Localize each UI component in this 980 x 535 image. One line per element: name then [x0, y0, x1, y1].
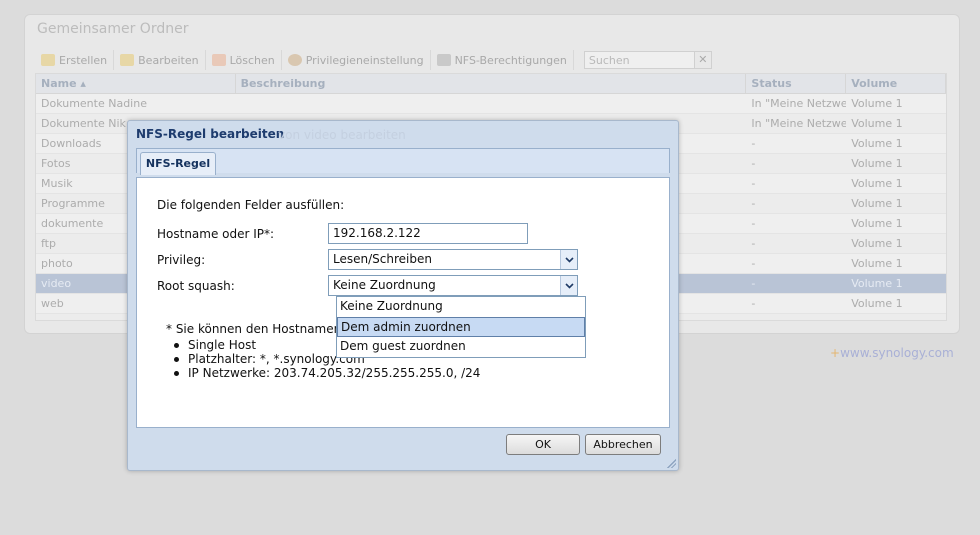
toolbar: Erstellen Bearbeiten Löschen Privilegien…: [35, 49, 951, 71]
root-squash-dropdown-list: Keine Zuordnung Dem admin zuordnen Dem g…: [336, 296, 586, 358]
cell-volume: Volume 1: [851, 257, 903, 270]
cell-status: -: [751, 277, 756, 290]
tab-strip: NFS-Regel: [136, 148, 670, 175]
hostname-field[interactable]: 192.168.2.122: [328, 223, 528, 244]
column-status[interactable]: Status: [746, 74, 847, 93]
cell-status: -: [751, 297, 756, 310]
cell-volume: Volume 1: [851, 297, 903, 310]
cell-desc: [236, 94, 747, 113]
note-bullet: Single Host: [173, 338, 256, 352]
folder-delete-icon: [211, 54, 226, 66]
nfs-permissions-button[interactable]: NFS-Berechtigungen: [431, 50, 574, 70]
cell-status: -: [751, 157, 756, 170]
option-map-guest[interactable]: Dem guest zuordnen: [337, 337, 585, 357]
cell-status: In "Meine Netzwerk: [751, 117, 847, 130]
table-row[interactable]: Dokumente Nadine In "Meine Netzwerk Volume…: [36, 94, 946, 114]
cell-status: In "Meine Netzwerk: [751, 97, 847, 110]
cancel-button[interactable]: Abbrechen: [585, 434, 661, 455]
cell-volume: Volume 1: [851, 177, 903, 190]
folder-edit-icon: [120, 54, 135, 66]
option-no-mapping[interactable]: Keine Zuordnung: [337, 297, 585, 317]
ok-button[interactable]: OK: [506, 434, 580, 455]
cell-status: -: [751, 217, 756, 230]
cell-volume: Volume 1: [851, 137, 903, 150]
chevron-down-icon[interactable]: [560, 276, 577, 295]
column-name[interactable]: Name ▴: [36, 74, 236, 93]
option-map-admin[interactable]: Dem admin zuordnen: [337, 317, 585, 337]
chevron-down-icon[interactable]: [560, 250, 577, 269]
dialog-body: Die folgenden Felder ausfüllen: Hostname…: [136, 177, 670, 428]
edit-button[interactable]: Bearbeiten: [114, 50, 206, 70]
cell-status: -: [751, 237, 756, 250]
cell-volume: Volume 1: [851, 117, 903, 130]
cell-status: -: [751, 197, 756, 210]
cell-status: -: [751, 257, 756, 270]
cell-volume: Volume 1: [851, 217, 903, 230]
delete-button[interactable]: Löschen: [206, 50, 282, 70]
privilege-select[interactable]: Lesen/Schreiben: [328, 249, 578, 270]
folder-add-icon: [41, 54, 55, 66]
column-volume[interactable]: Volume: [846, 74, 946, 93]
cell-volume: Volume 1: [851, 157, 903, 170]
cell-volume: Volume 1: [851, 237, 903, 250]
create-button[interactable]: Erstellen: [35, 50, 115, 70]
column-description[interactable]: Beschreibung: [236, 74, 747, 93]
root-squash-value: Keine Zuordnung: [333, 278, 436, 292]
synology-logo[interactable]: +www.synology.com: [830, 346, 954, 360]
tab-nfs-rule[interactable]: NFS-Regel: [140, 152, 216, 175]
privilege-value: Lesen/Schreiben: [333, 252, 432, 266]
user-icon: [287, 54, 302, 66]
dialog-title: NFS-Regel bearbeiten: [136, 127, 285, 141]
root-squash-label: Root squash:: [157, 279, 235, 293]
hostname-note: * Sie können den Hostnamen: [166, 322, 342, 336]
privilege-label: Privileg:: [157, 253, 206, 267]
resize-grip[interactable]: [667, 459, 676, 468]
nfs-rule-dialog: NFS-Regel bearbeiten von video bearbeite…: [127, 120, 679, 471]
search-input[interactable]: Suchen ✕: [583, 51, 712, 69]
cell-volume: Volume 1: [851, 197, 903, 210]
clear-search-icon[interactable]: ✕: [693, 51, 712, 69]
form-intro: Die folgenden Felder ausfüllen:: [157, 198, 345, 212]
cell-name: Dokumente Nadine: [41, 97, 147, 110]
table-header: Name ▴ Beschreibung Status Volume: [36, 74, 946, 94]
cell-status: -: [751, 137, 756, 150]
hostname-label: Hostname oder IP*:: [157, 227, 275, 241]
cell-volume: Volume 1: [851, 97, 903, 110]
window-title: Gemeinsamer Ordner: [37, 21, 189, 37]
privileges-button[interactable]: Privilegieneinstellung: [282, 50, 431, 70]
root-squash-select[interactable]: Keine Zuordnung: [328, 275, 578, 296]
cell-status: -: [751, 177, 756, 190]
note-bullet: IP Netzwerke: 203.74.205.32/255.255.255.…: [173, 366, 480, 380]
cell-volume: Volume 1: [851, 277, 903, 290]
background-title-fragment: von video bearbeiten: [278, 128, 406, 142]
server-icon: [436, 54, 451, 66]
